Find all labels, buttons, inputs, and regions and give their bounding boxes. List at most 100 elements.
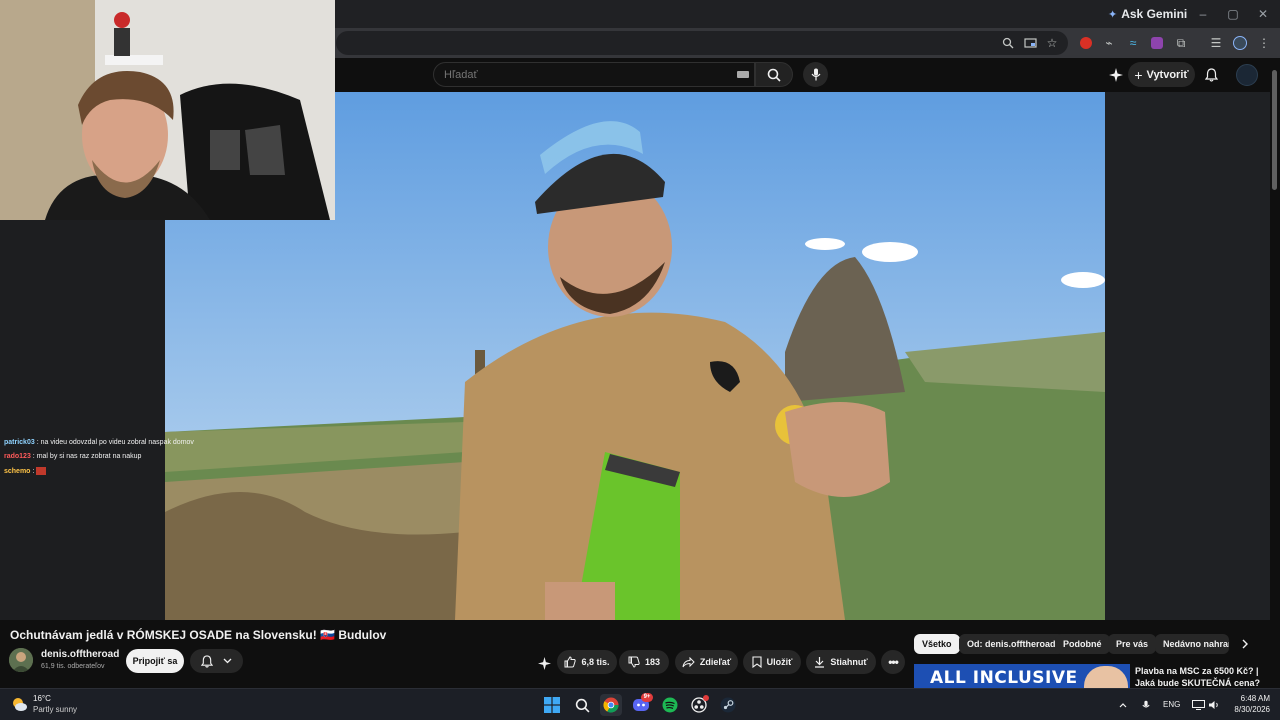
windows-logo-icon xyxy=(544,697,560,713)
chat-message: patrick03 : na videu odovzdal po videu z… xyxy=(4,439,194,446)
bookmark-star-icon[interactable]: ☆ xyxy=(1042,33,1062,53)
taskbar-search-button[interactable] xyxy=(571,694,593,716)
download-label: Stiahnuť xyxy=(830,657,868,667)
chevron-right-icon xyxy=(1242,639,1248,649)
search-icon xyxy=(767,68,781,82)
channel-name[interactable]: denis.offtheroad xyxy=(41,649,119,660)
bookmark-icon xyxy=(752,656,762,668)
gemini-sparkle-icon: ✦ xyxy=(1108,8,1118,21)
scrollbar-thumb[interactable] xyxy=(1272,70,1277,190)
sparkle-icon xyxy=(1109,68,1123,82)
taskbar-clock[interactable]: 6:48 AM 8/30/2026 xyxy=(1222,693,1270,715)
extension-wave-icon[interactable]: ≈ xyxy=(1123,33,1143,53)
dislike-count: 183 xyxy=(644,657,661,667)
chrome-menu-icon[interactable]: ⋮ xyxy=(1254,33,1274,53)
like-count: 6,8 tis. xyxy=(581,657,610,667)
premium-sparkle-button[interactable] xyxy=(1106,65,1126,85)
discord-badge: 9+ xyxy=(641,693,653,702)
profile-icon[interactable] xyxy=(1230,33,1250,53)
chat-message: schemo : xyxy=(4,467,47,475)
recommended-video-thumbnail[interactable]: ALL INCLUSIVE xyxy=(914,664,1130,690)
clock-time: 6:48 AM xyxy=(1240,694,1270,703)
minimize-button[interactable]: – xyxy=(1194,6,1212,22)
subscriber-count: 61,9 tis. odberateľov xyxy=(41,663,105,670)
download-icon xyxy=(815,657,825,668)
like-button[interactable]: 6,8 tis. xyxy=(557,650,617,674)
search-box[interactable] xyxy=(433,62,755,87)
chat-emote-icon xyxy=(36,467,47,475)
reading-list-icon[interactable]: ☰ xyxy=(1206,33,1226,53)
create-label: Vytvoriť xyxy=(1146,68,1189,81)
webcam-frame xyxy=(0,0,335,220)
weather-description[interactable]: Partly sunny xyxy=(33,705,77,714)
chip-all[interactable]: Všetko xyxy=(914,634,960,654)
taskbar-spotify[interactable] xyxy=(659,694,681,716)
thumbs-down-icon xyxy=(628,656,640,668)
taskbar-steam[interactable] xyxy=(717,694,739,716)
thumbnail-text: ALL INCLUSIVE xyxy=(930,668,1078,688)
download-button[interactable]: Stiahnuť xyxy=(806,650,876,674)
left-dark-panel xyxy=(0,220,165,620)
join-button[interactable]: Pripojiť sa xyxy=(126,649,184,673)
zoom-icon[interactable] xyxy=(998,33,1018,53)
dislike-button[interactable]: 183 xyxy=(619,650,669,674)
more-horizontal-icon: ••• xyxy=(888,655,899,669)
chip-recently-uploaded[interactable]: Nedávno nahrané xyxy=(1155,634,1229,654)
subscription-notification-button[interactable] xyxy=(190,649,243,673)
right-dark-panel xyxy=(1105,92,1270,620)
notifications-button[interactable] xyxy=(1200,64,1222,86)
chip-similar[interactable]: Podobné xyxy=(1055,634,1110,654)
share-button[interactable]: Zdieľať xyxy=(675,650,738,674)
chat-username: patrick03 xyxy=(4,439,35,446)
ask-gemini-button[interactable]: ✦ Ask Gemini xyxy=(1108,6,1187,22)
voice-search-button[interactable] xyxy=(803,62,828,87)
chat-message: rado123 : mal by si nas raz zobrat na na… xyxy=(4,453,141,460)
maximize-button[interactable]: ▢ xyxy=(1224,6,1242,22)
volume-icon[interactable] xyxy=(1206,694,1222,716)
thumbnail-person xyxy=(1084,666,1128,690)
video-title: Ochutnávam jedlá v RÓMSKEJ OSADE na Slov… xyxy=(10,628,387,642)
chip-from-channel[interactable]: Od: denis.offtheroad xyxy=(959,634,1064,654)
channel-avatar[interactable] xyxy=(9,648,33,672)
weather-temperature[interactable]: 16°C xyxy=(33,694,51,703)
bell-icon xyxy=(201,654,213,668)
chrome-icon xyxy=(603,697,619,713)
input-language[interactable]: ENG xyxy=(1163,700,1180,709)
account-avatar[interactable] xyxy=(1236,64,1258,86)
search-input[interactable] xyxy=(444,67,724,83)
close-window-button[interactable]: ✕ xyxy=(1254,6,1272,22)
steam-icon xyxy=(720,697,736,713)
taskbar-chrome[interactable] xyxy=(600,694,622,716)
microphone-tray-icon[interactable] xyxy=(1138,694,1154,716)
more-actions-button[interactable]: ••• xyxy=(881,650,905,674)
search-button[interactable] xyxy=(755,62,793,87)
network-icon[interactable] xyxy=(1190,694,1206,716)
ask-ai-button[interactable] xyxy=(535,654,553,672)
thumbs-up-icon xyxy=(564,656,577,668)
ask-gemini-label: Ask Gemini xyxy=(1121,7,1188,21)
create-button[interactable]: + Vytvoriť xyxy=(1128,62,1195,87)
weather-icon[interactable] xyxy=(10,695,28,713)
save-button[interactable]: Uložiť xyxy=(743,650,801,674)
clock-date: 8/30/2026 xyxy=(1234,705,1270,714)
obs-recording-dot xyxy=(703,695,709,701)
extension-red-icon[interactable] xyxy=(1076,33,1096,53)
extension-purple-icon[interactable] xyxy=(1147,33,1167,53)
microphone-icon xyxy=(811,68,820,81)
extension-bird-icon[interactable]: ⌁ xyxy=(1099,33,1119,53)
share-icon xyxy=(682,656,695,667)
cast-icon[interactable] xyxy=(1020,33,1040,53)
keyboard-icon[interactable] xyxy=(737,71,749,78)
chips-next-button[interactable] xyxy=(1236,636,1254,652)
chat-username: rado123 xyxy=(4,453,31,460)
chevron-down-icon xyxy=(223,658,232,664)
chip-for-you[interactable]: Pre vás xyxy=(1108,634,1157,654)
extensions-puzzle-icon[interactable]: ⧉ xyxy=(1171,33,1191,53)
start-button[interactable] xyxy=(541,694,563,716)
chat-text: mal by si nas raz zobrat na nakup xyxy=(36,453,142,460)
tray-overflow-icon[interactable] xyxy=(1116,694,1130,716)
search-icon xyxy=(575,698,589,712)
address-bar[interactable] xyxy=(336,31,1068,55)
chat-text: na videu odovzdal po videu zobral naspak… xyxy=(40,439,194,446)
chat-username: schemo xyxy=(4,467,31,475)
